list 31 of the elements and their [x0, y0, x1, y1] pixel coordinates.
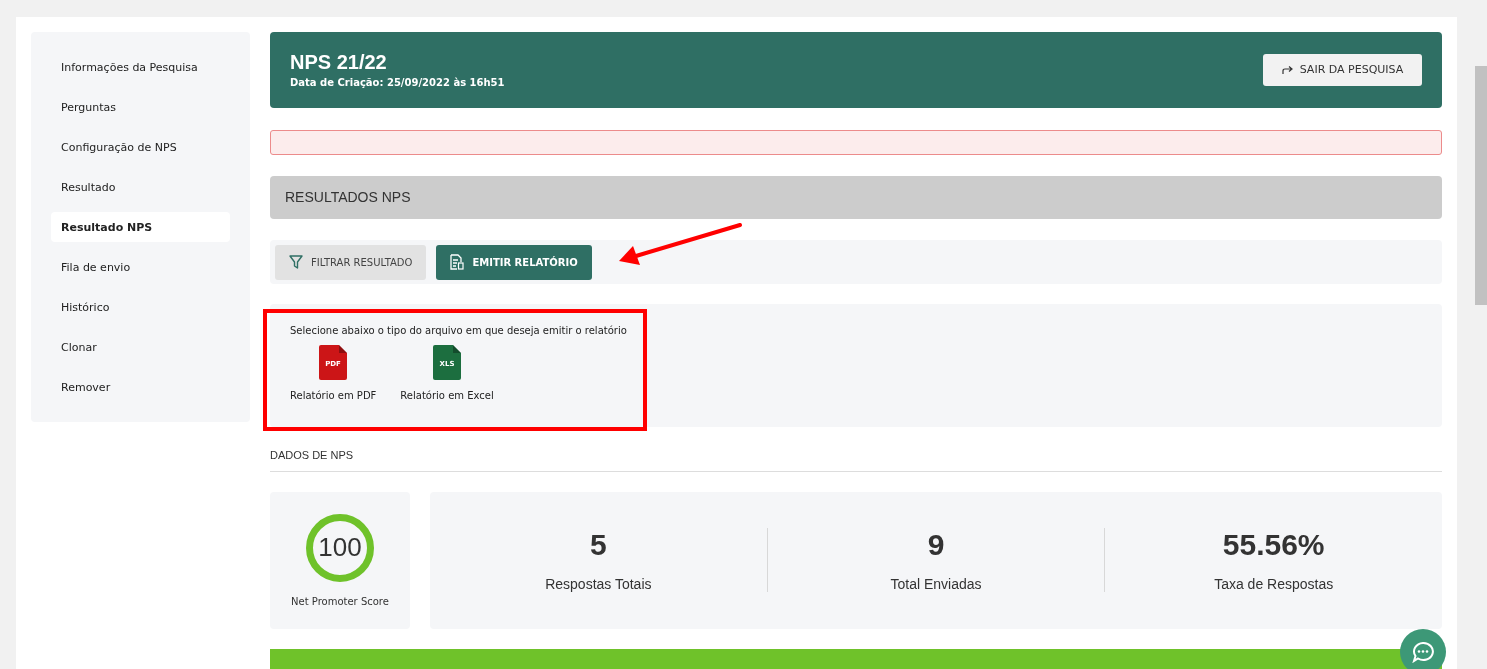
- survey-title: NPS 21/22: [290, 51, 388, 75]
- filter-icon: [289, 254, 303, 270]
- sidebar-item[interactable]: Configuração de NPS: [51, 132, 230, 162]
- sidebar-item[interactable]: Perguntas: [51, 92, 230, 122]
- stat-label: Total Enviadas: [890, 576, 982, 593]
- sidebar-item[interactable]: Clonar: [51, 332, 230, 362]
- stat-value: 9: [927, 528, 945, 563]
- report-button[interactable]: EMITIR RELATÓRIO: [436, 244, 592, 280]
- section-title: RESULTADOS NPS: [270, 175, 1442, 220]
- sidebar-item[interactable]: Fila de envio: [51, 252, 230, 282]
- stat-value: 55.56%: [1222, 528, 1325, 563]
- sidebar-item[interactable]: Histórico: [51, 292, 230, 322]
- report-prompt: Selecione abaixo o tipo do arquivo em que deseja emitir o relatório: [290, 325, 628, 337]
- creation-date: Data de Criação: 25/09/2022 às 16h51: [290, 77, 505, 89]
- sidebar-item[interactable]: Resultado NPS: [51, 212, 230, 242]
- sidebar-item[interactable]: Remover: [51, 372, 230, 402]
- score-ring: [306, 513, 374, 582]
- stat-label: Respostas Totais: [545, 576, 652, 593]
- exit-survey-button[interactable]: SAIR DA PESQUISA: [1263, 53, 1422, 86]
- score-label: Net Promoter Score: [291, 595, 389, 607]
- nps-score: 100: [318, 532, 362, 564]
- share-arrow-icon: [1281, 65, 1293, 74]
- sidebar-item[interactable]: Resultado: [51, 172, 230, 202]
- chat-icon: [1411, 641, 1435, 663]
- sidebar-item[interactable]: Informações da Pesquisa: [51, 52, 230, 82]
- stat-value: 5: [590, 528, 607, 563]
- filter-button[interactable]: FILTRAR RESULTADO: [275, 244, 427, 280]
- document-icon: [450, 254, 465, 271]
- section-heading: DADOS DE NPS: [270, 448, 1442, 472]
- stat-label: Taxa de Respostas: [1214, 576, 1334, 593]
- scrollbar-thumb[interactable]: [1475, 66, 1487, 305]
